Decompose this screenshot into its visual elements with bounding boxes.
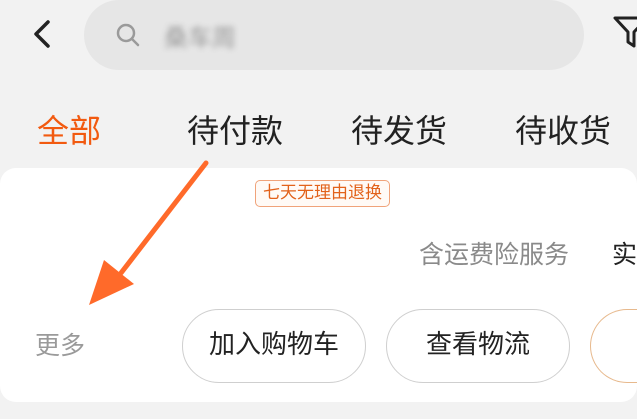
back-button[interactable] xyxy=(22,14,62,54)
search-input-text[interactable]: 桑车周 xyxy=(164,18,236,53)
add-to-cart-button[interactable]: 加入购物车 xyxy=(182,309,366,383)
more-actions-button[interactable]: 更多 xyxy=(35,329,85,363)
tab-pending-receipt[interactable]: 待收货 xyxy=(515,109,611,153)
search-icon xyxy=(116,23,140,47)
filter-button[interactable] xyxy=(612,14,637,50)
back-chevron-icon xyxy=(34,20,50,48)
view-logistics-button[interactable]: 查看物流 xyxy=(386,309,570,383)
return-policy-badge: 七天无理由退换 xyxy=(255,180,390,207)
tab-pending-payment[interactable]: 待付款 xyxy=(187,109,283,153)
paid-amount-label: 实 xyxy=(612,240,637,269)
tab-all[interactable]: 全部 xyxy=(37,109,101,153)
search-bar[interactable]: 桑车周 xyxy=(84,0,584,70)
tab-pending-shipment[interactable]: 待发货 xyxy=(351,109,447,153)
filter-icon xyxy=(613,16,637,48)
shipping-insurance-text: 含运费险服务 xyxy=(419,240,570,269)
